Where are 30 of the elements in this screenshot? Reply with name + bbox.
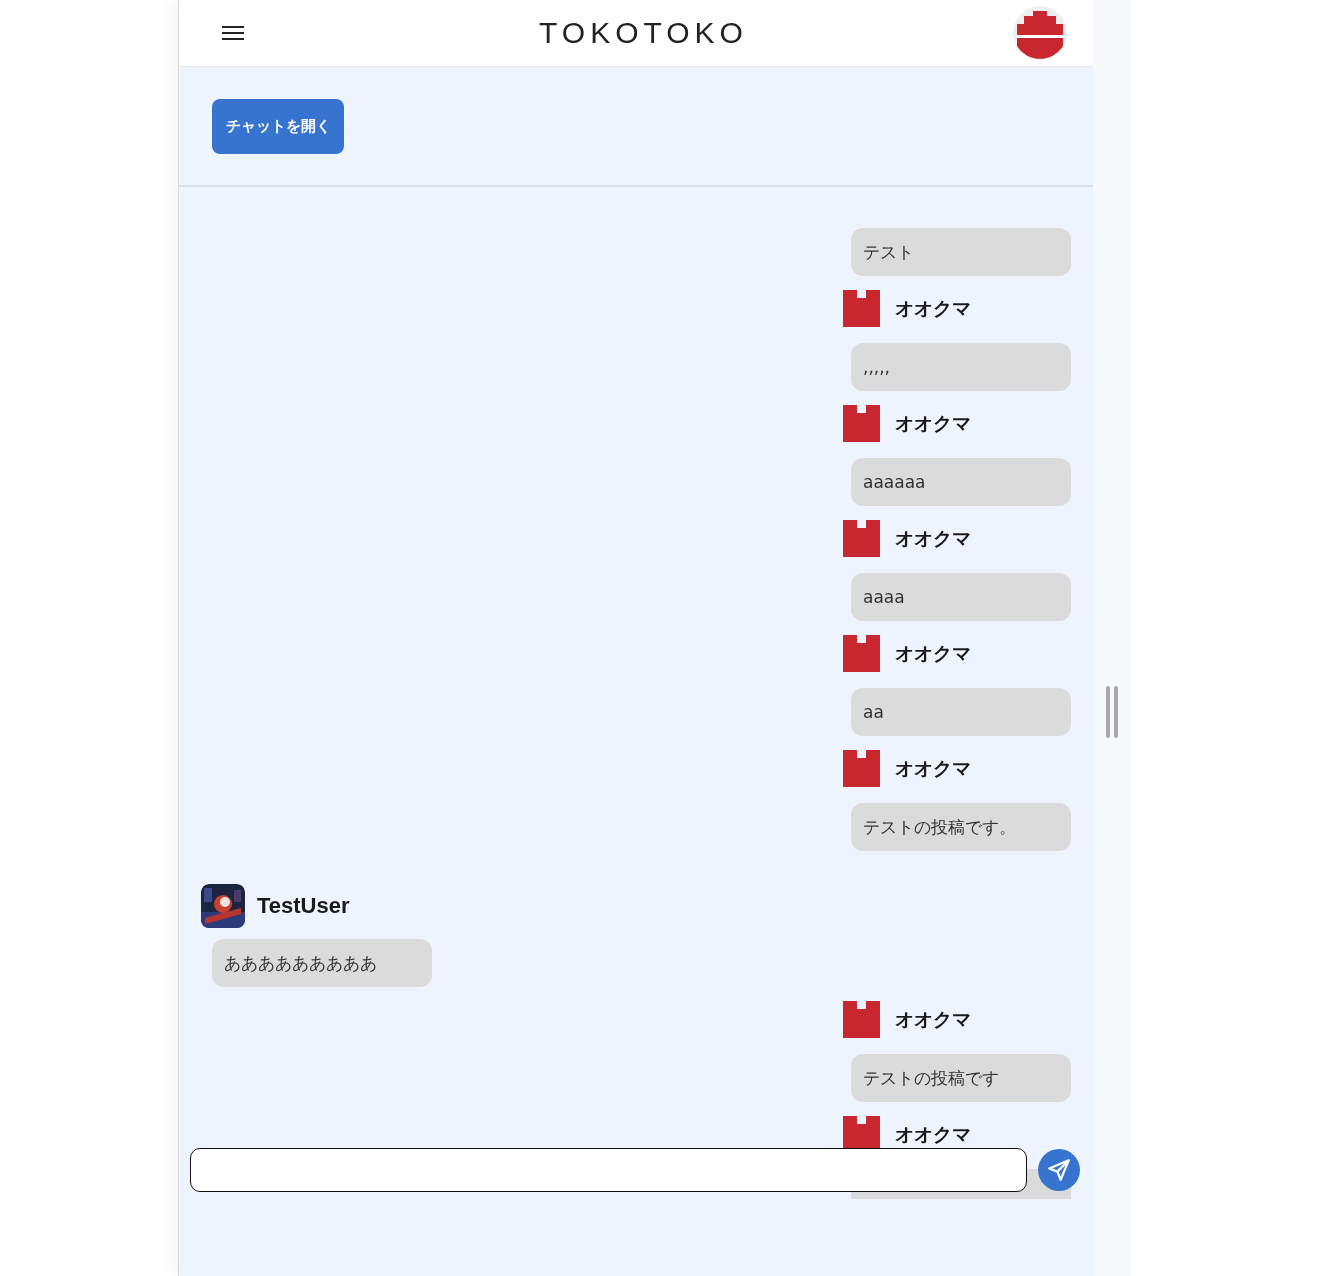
message-bubble: aa [851,688,1071,736]
app-title: TOKOTOKO [539,16,748,50]
message-bubble: テスト [851,228,1071,276]
avatar-icon [843,1001,880,1038]
message-bubble: ,,,,, [851,343,1071,391]
menu-icon[interactable] [222,25,244,41]
send-icon [1046,1157,1072,1183]
avatar-icon [843,290,880,327]
user-name: オオクマ [895,295,971,321]
avatar-icon [843,405,880,442]
avatar-icon [843,520,880,557]
open-chat-button[interactable]: チャットを開く [212,99,344,154]
message-bubble: aaaa [851,573,1071,621]
avatar-icon[interactable] [1013,6,1067,60]
user-name: オオクマ [895,640,971,666]
user-name: TestUser [257,893,350,919]
user-name: オオクマ [895,525,971,551]
user-name: オオクマ [895,755,971,781]
avatar-icon [843,750,880,787]
message-bubble: テストの投稿です [851,1054,1071,1102]
message-bubble: aaaaaa [851,458,1071,506]
user-name: オオクマ [895,1006,971,1032]
message-bubble: テストの投稿です。 [851,803,1071,851]
user-name: オオクマ [895,410,971,436]
send-button[interactable] [1038,1149,1080,1191]
message-input[interactable] [190,1148,1027,1192]
message-bubble: あああああああああ [212,939,432,987]
user-name: オオクマ [895,1121,971,1147]
resize-handle[interactable] [1106,686,1118,738]
avatar-icon [843,635,880,672]
